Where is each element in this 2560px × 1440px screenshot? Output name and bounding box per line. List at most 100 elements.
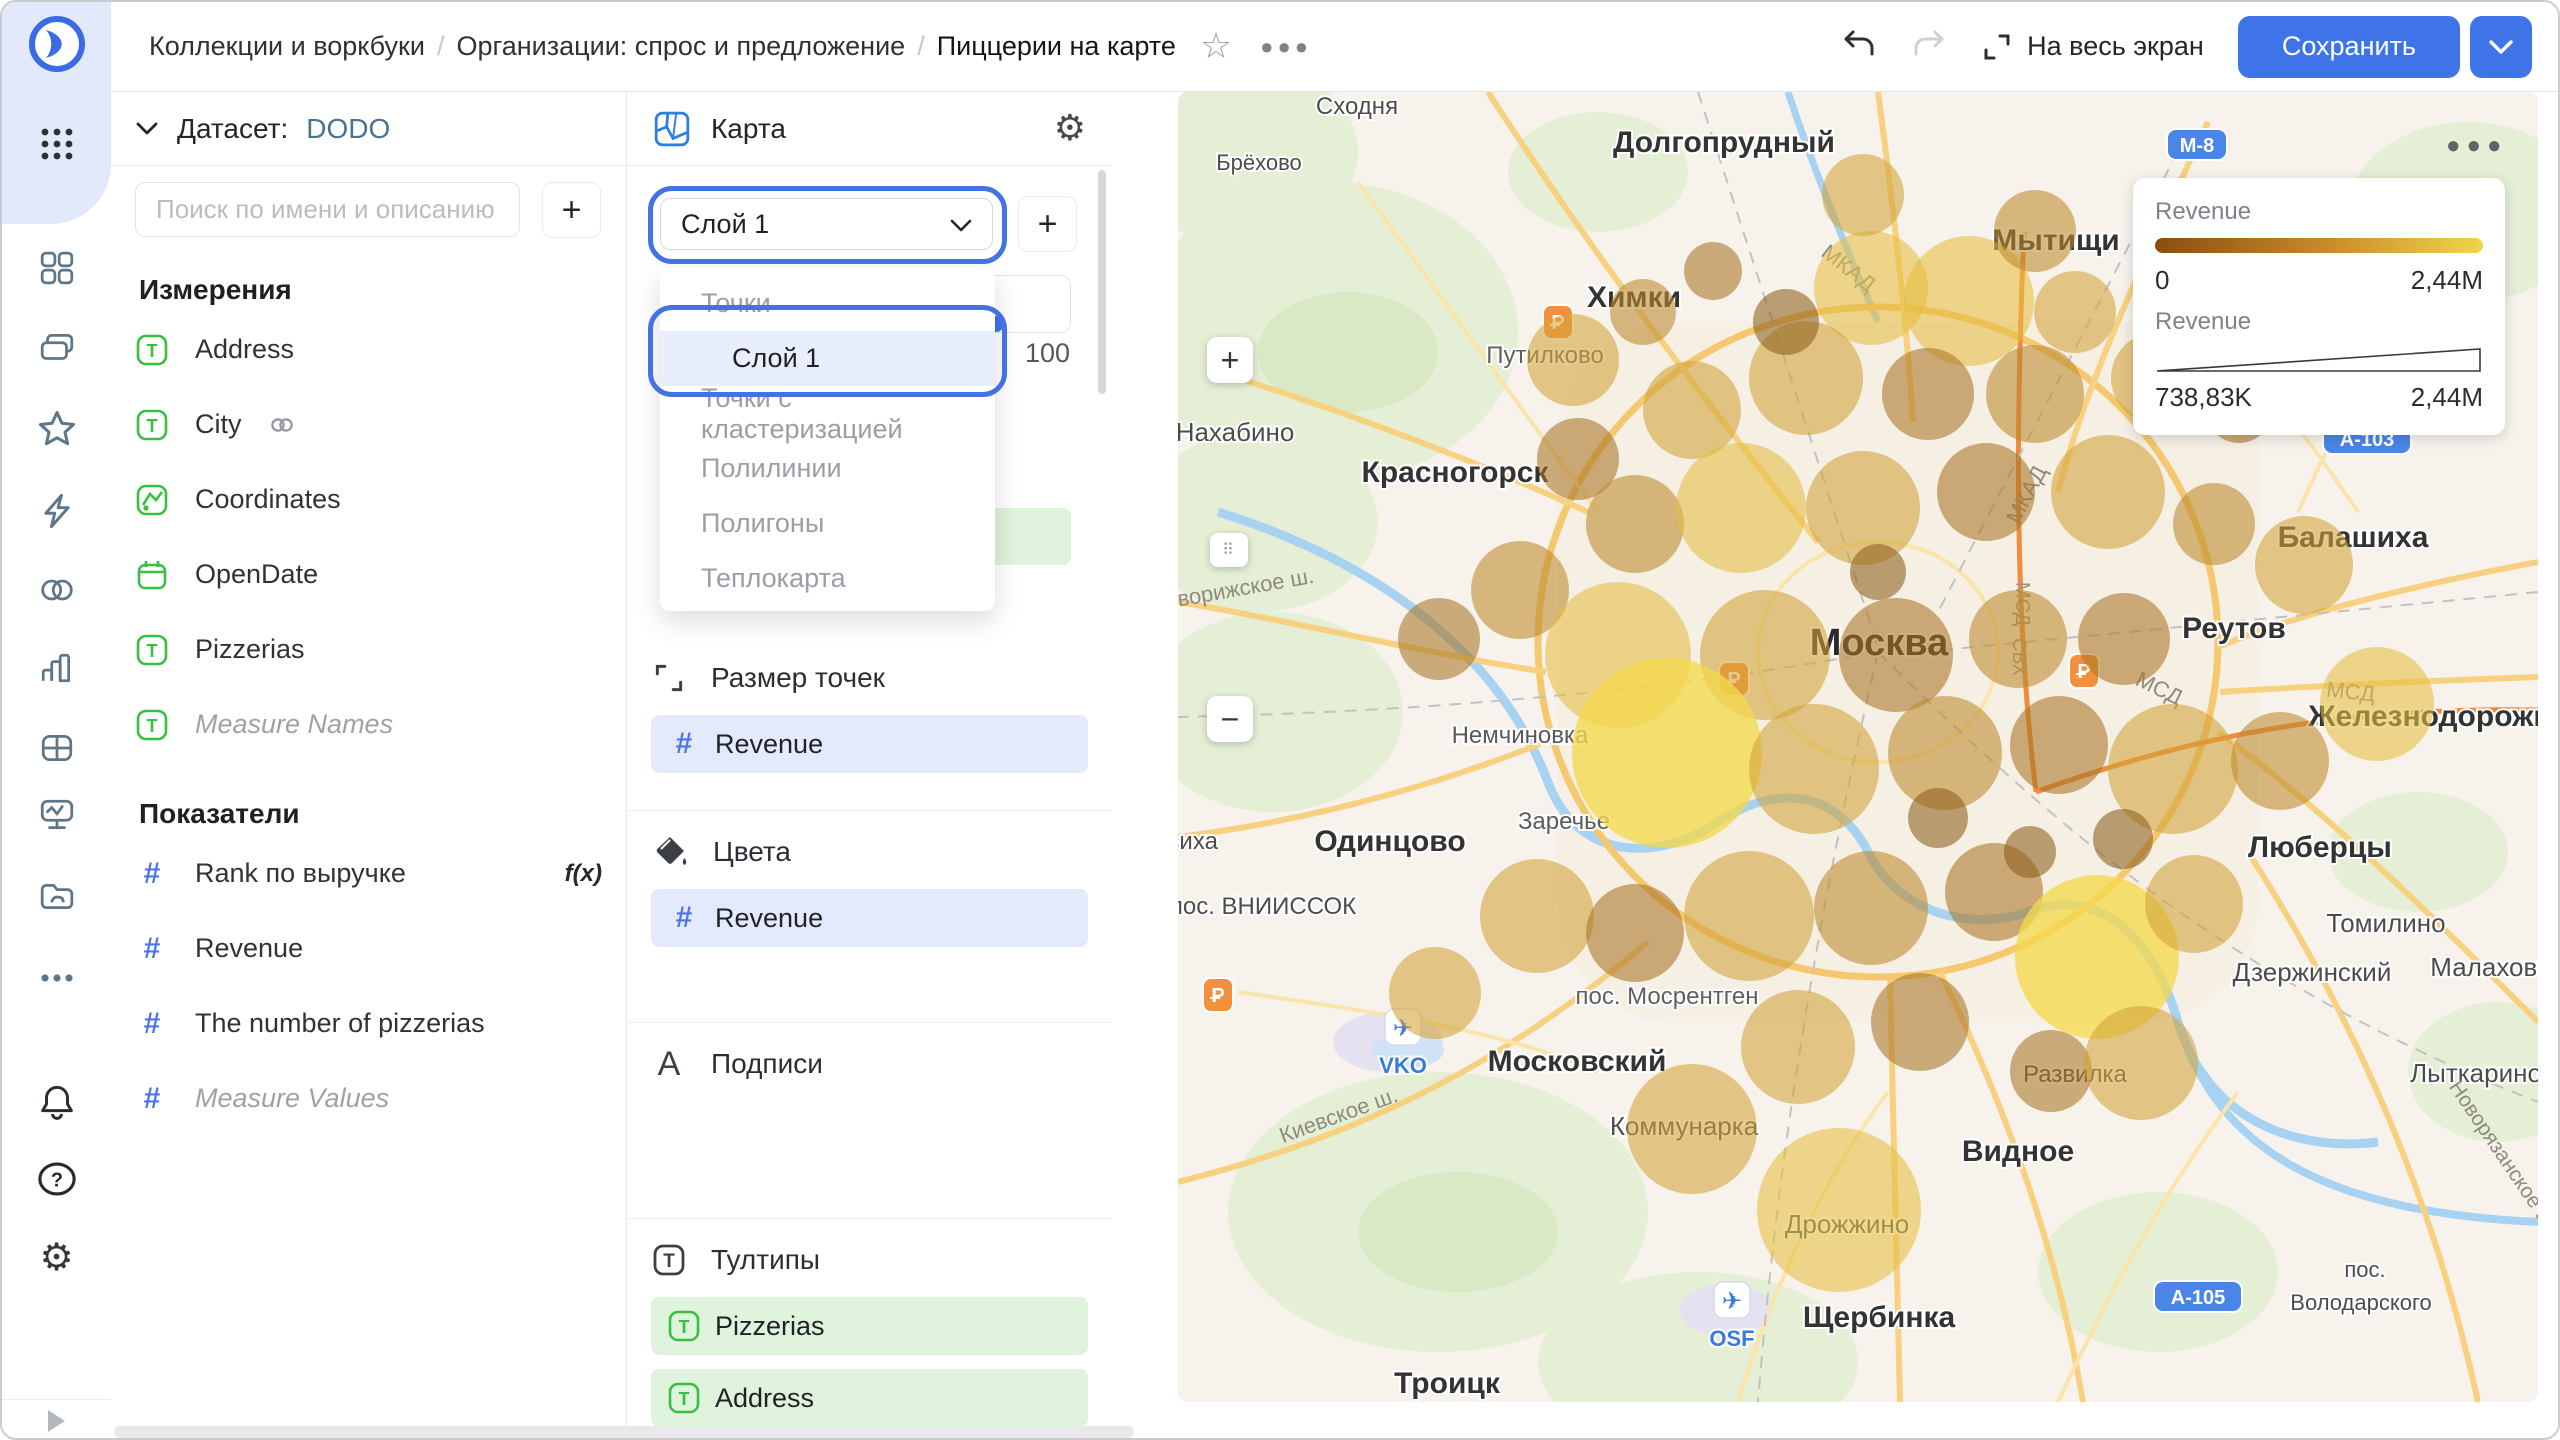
layer-dropdown-item[interactable]: Точки xyxy=(660,276,995,331)
help-icon[interactable]: ? xyxy=(2,1157,111,1201)
measure-row[interactable]: # Rank по выручке f(x) xyxy=(111,836,626,911)
revenue-bubble[interactable] xyxy=(1969,590,2067,688)
size-field-chip[interactable]: # Revenue xyxy=(651,715,1088,773)
tooltip-field-chip[interactable]: T Address xyxy=(651,1369,1088,1427)
revenue-bubble[interactable] xyxy=(1676,443,1806,573)
add-field-button[interactable]: + xyxy=(542,182,601,238)
revenue-bubble[interactable] xyxy=(1749,704,1879,834)
revenue-bubble[interactable] xyxy=(1937,443,2035,541)
revenue-bubble[interactable] xyxy=(2173,483,2255,565)
viz-type-title[interactable]: Карта xyxy=(711,113,1034,145)
revenue-bubble[interactable] xyxy=(1586,475,1684,573)
chart-settings-gear-icon[interactable]: ⚙ xyxy=(1054,110,1086,147)
add-layer-button[interactable]: + xyxy=(1018,196,1077,252)
dimension-row[interactable]: Coordinates xyxy=(111,462,626,537)
map-canvas[interactable]: СходняБрёховоДолгопрудныйМытищиХимкиПути… xyxy=(1178,92,2538,1402)
revenue-bubble[interactable] xyxy=(2010,1030,2092,1112)
revenue-bubble[interactable] xyxy=(2145,855,2243,953)
revenue-bubble[interactable] xyxy=(1986,345,2084,443)
tables-icon[interactable] xyxy=(2,728,111,768)
revenue-bubble[interactable] xyxy=(2078,593,2170,685)
favorites-star-icon[interactable] xyxy=(2,408,111,450)
revenue-bubble[interactable] xyxy=(2051,435,2165,549)
revenue-bubble[interactable] xyxy=(2010,696,2108,794)
dimension-row[interactable]: T City xyxy=(111,387,626,462)
revenue-bubble[interactable] xyxy=(1882,348,1974,440)
revenue-bubble[interactable] xyxy=(1839,598,1953,712)
revenue-bubble[interactable] xyxy=(1527,314,1619,406)
revenue-bubble[interactable] xyxy=(1643,361,1741,459)
revenue-bubble[interactable] xyxy=(1610,279,1676,345)
revenue-bubble[interactable] xyxy=(2320,647,2434,761)
favorite-star-icon[interactable]: ☆ xyxy=(1200,26,1232,67)
measure-row[interactable]: # The number of pizzerias xyxy=(111,986,626,1061)
layer-dropdown-item[interactable]: Полилинии xyxy=(660,441,995,496)
dimension-row[interactable]: T Address xyxy=(111,312,626,387)
chart-menu-dots-icon[interactable]: ●●● xyxy=(1260,34,1312,60)
settings-gear-icon[interactable]: ⚙ xyxy=(2,1234,111,1280)
revenue-bubble[interactable] xyxy=(2004,826,2056,878)
revenue-bubble[interactable] xyxy=(1684,851,1814,981)
breadcrumb-workbook[interactable]: Организации: спрос и предложение xyxy=(456,31,905,62)
datasets-icon[interactable] xyxy=(2,570,111,610)
viz-panel-scrollbar[interactable] xyxy=(1098,170,1106,394)
monitoring-icon[interactable] xyxy=(2,796,111,836)
revenue-bubble[interactable] xyxy=(1908,788,1968,848)
revenue-bubble[interactable] xyxy=(2255,516,2353,614)
map-zoom-drag-handle[interactable]: ⠿ xyxy=(1210,533,1248,567)
revenue-bubble[interactable] xyxy=(1871,973,1969,1071)
revenue-bubble[interactable] xyxy=(2231,712,2329,810)
dataset-name-link[interactable]: DODO xyxy=(306,113,390,145)
revenue-bubble[interactable] xyxy=(1684,242,1742,300)
editor-lightning-icon[interactable] xyxy=(2,490,111,532)
measure-row[interactable]: # Measure Values xyxy=(111,1061,626,1136)
revenue-bubble[interactable] xyxy=(2084,1006,2198,1120)
undo-icon[interactable] xyxy=(1841,27,1877,66)
layer-select[interactable]: Слой 1 xyxy=(660,198,993,250)
revenue-bubble[interactable] xyxy=(1753,289,1819,355)
revenue-bubble[interactable] xyxy=(1586,884,1684,982)
revenue-bubble[interactable] xyxy=(1994,190,2076,272)
revenue-bubble[interactable] xyxy=(1757,1128,1921,1292)
revenue-bubble[interactable] xyxy=(2093,809,2153,869)
breadcrumb-collections[interactable]: Коллекции и воркбуки xyxy=(149,31,425,62)
storage-folder-icon[interactable] xyxy=(2,876,111,916)
map-zoom-in-button[interactable]: + xyxy=(1207,337,1253,383)
map-menu-dots-icon[interactable]: ●●● xyxy=(2446,132,2508,160)
dimension-row[interactable]: T Measure Names xyxy=(111,687,626,762)
revenue-bubble[interactable] xyxy=(1822,154,1904,236)
colors-field-chip[interactable]: # Revenue xyxy=(651,889,1088,947)
revenue-bubble[interactable] xyxy=(1741,990,1855,1104)
revenue-bubble[interactable] xyxy=(1814,851,1928,965)
revenue-bubble[interactable] xyxy=(1627,1064,1757,1194)
notifications-bell-icon[interactable] xyxy=(2,1082,111,1126)
horizontal-scrollbar[interactable] xyxy=(114,1426,1134,1438)
layer-dropdown-item[interactable]: Слой 1 xyxy=(660,331,995,386)
field-search-input[interactable] xyxy=(135,182,520,237)
revenue-bubble[interactable] xyxy=(1389,947,1481,1039)
datalens-logo-icon[interactable] xyxy=(2,14,111,74)
layer-dropdown-item[interactable]: Полигоны xyxy=(660,496,995,551)
revenue-bubble[interactable] xyxy=(1850,544,1906,600)
tooltip-field-chip[interactable]: T Pizzerias xyxy=(651,1297,1088,1355)
revenue-bubble[interactable] xyxy=(1806,451,1920,565)
dashboards-icon[interactable] xyxy=(2,248,111,288)
save-options-chevron-button[interactable] xyxy=(2470,15,2532,78)
revenue-bubble[interactable] xyxy=(1398,598,1480,680)
dimension-row[interactable]: T Pizzerias xyxy=(111,612,626,687)
map-zoom-out-button[interactable]: − xyxy=(1207,696,1253,742)
dimension-row[interactable]: OpenDate xyxy=(111,537,626,612)
charts-icon[interactable] xyxy=(2,648,111,688)
revenue-bubble[interactable] xyxy=(2034,271,2116,353)
more-dots-icon[interactable] xyxy=(2,960,111,996)
layer-dropdown-item[interactable]: Теплокарта xyxy=(660,551,995,606)
measure-row[interactable]: # Revenue xyxy=(111,911,626,986)
fullscreen-button[interactable]: На весь экран xyxy=(1981,31,2204,63)
dataset-header[interactable]: Датасет: DODO xyxy=(111,92,626,166)
redo-icon[interactable] xyxy=(1911,27,1947,66)
collections-icon[interactable] xyxy=(2,328,111,368)
save-button[interactable]: Сохранить xyxy=(2237,15,2460,78)
revenue-bubble[interactable] xyxy=(1572,658,1762,848)
revenue-bubble[interactable] xyxy=(1480,859,1594,973)
layer-dropdown-item[interactable]: Точки с кластеризацией xyxy=(660,383,995,444)
